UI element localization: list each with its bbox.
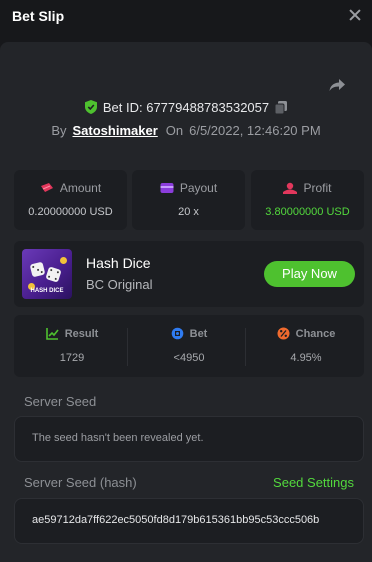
seed-settings-link[interactable]: Seed Settings (273, 475, 354, 490)
result-value: 1729 (59, 352, 85, 364)
result-icon (45, 328, 59, 340)
amount-value: 0.20000000 USD (28, 206, 113, 218)
game-thumbnail-text: HASH DICE (30, 288, 64, 294)
chance-value: 4.95% (290, 352, 322, 364)
game-subtitle: BC Original (86, 277, 153, 292)
chance-column: Chance 4.95% (248, 315, 364, 377)
divider (245, 328, 246, 366)
on-label: On (165, 123, 184, 138)
game-thumbnail: HASH DICE (22, 249, 72, 299)
profit-label: Profit (303, 181, 332, 195)
play-now-button[interactable]: Play Now (264, 261, 355, 287)
bet-date: 6/5/2022, 12:46:20 PM (189, 123, 321, 138)
profit-value: 3.80000000 USD (265, 206, 350, 218)
copy-icon[interactable] (275, 101, 288, 114)
bet-label: Bet (189, 328, 208, 340)
game-name: Hash Dice (86, 255, 151, 271)
bet-value: <4950 (173, 352, 205, 364)
username-link[interactable]: Satoshimaker (73, 123, 158, 138)
share-icon[interactable] (328, 76, 346, 94)
chance-icon (277, 327, 290, 340)
server-seed-value: The seed hasn't been revealed yet. (32, 432, 204, 444)
server-seed-hash-value: ae59712da7ff622ec5050fd8d179b615361bb95c… (32, 514, 320, 526)
result-summary: Result 1729 Bet <4950 Chance 4.95% (14, 315, 364, 377)
result-column: Result 1729 (14, 315, 130, 377)
header-bar: Bet Slip (0, 0, 372, 34)
bet-icon (171, 327, 183, 340)
profit-card: Profit 3.80000000 USD (251, 170, 364, 230)
server-seed-label: Server Seed (24, 394, 97, 409)
server-seed-hash-label: Server Seed (hash) (24, 475, 137, 490)
page-title: Bet Slip (12, 8, 65, 24)
payout-card: Payout 20 x (132, 170, 245, 230)
chance-label: Chance (295, 328, 336, 340)
payout-value: 20 x (178, 206, 199, 218)
game-card: HASH DICE Hash Dice BC Original Play Now (14, 241, 364, 307)
payout-icon (160, 183, 174, 193)
divider (127, 328, 128, 366)
close-icon[interactable] (346, 6, 364, 24)
server-seed-field[interactable]: The seed hasn't been revealed yet. (14, 416, 364, 462)
amount-icon (40, 183, 53, 192)
server-seed-hash-field[interactable]: ae59712da7ff622ec5050fd8d179b615361bb95c… (14, 498, 364, 544)
amount-card: Amount 0.20000000 USD (14, 170, 127, 230)
payout-label: Payout (179, 181, 218, 195)
amount-label: Amount (59, 181, 102, 195)
shield-check-icon (84, 100, 97, 114)
bet-id-row: Bet ID: 67779488783532057 (0, 100, 372, 115)
bet-column: Bet <4950 (131, 315, 247, 377)
bet-author-row: By Satoshimaker On 6/5/2022, 12:46:20 PM (0, 123, 372, 138)
bet-id: Bet ID: 67779488783532057 (102, 100, 270, 115)
by-label: By (51, 123, 67, 138)
result-label: Result (64, 328, 99, 340)
profit-icon (283, 182, 298, 194)
